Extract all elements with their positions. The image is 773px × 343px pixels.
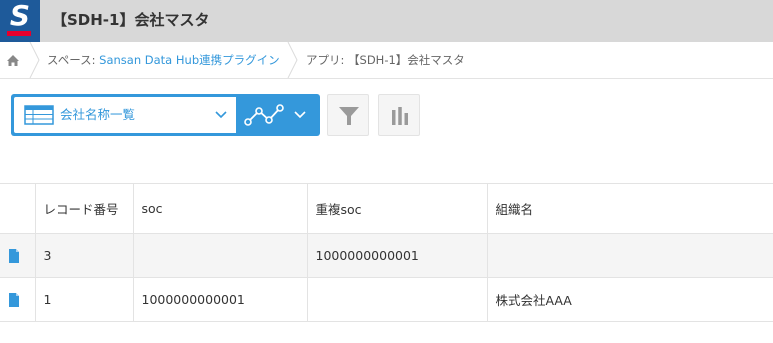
column-header-dup-soc[interactable]: 重複soc [307,183,488,234]
filter-button[interactable] [327,94,369,136]
chart-button[interactable] [378,94,420,136]
view-selector[interactable]: 会社名称一覧 [11,94,236,136]
chevron-down-icon [294,111,306,119]
app-header: S 【SDH-1】会社マスタ [0,0,773,42]
bar-chart-icon [392,107,408,125]
table-row[interactable]: 1 1000000000001 株式会社AAA [0,277,773,322]
document-icon[interactable] [8,249,20,264]
logo-bar [7,31,31,36]
record-no-cell: 3 [35,233,134,278]
breadcrumb-separator-icon [287,42,298,78]
app-title: 【SDH-1】会社マスタ [52,11,210,29]
table-view-icon [24,105,54,125]
record-detail-cell[interactable] [0,233,36,278]
view-name: 会社名称一覧 [60,107,136,122]
table-header-row: レコード番号 soc 重複soc 組織名 [0,183,773,234]
graph-menu-button[interactable] [236,94,320,136]
app-logo[interactable]: S [0,0,40,42]
column-header-soc[interactable]: soc [133,183,308,234]
breadcrumb-separator-icon [29,42,40,78]
breadcrumb: スペース: Sansan Data Hub連携プラグイン アプリ: 【SDH-1… [0,42,773,79]
org-name-cell [487,233,773,278]
dup-soc-cell [307,277,488,322]
column-header-record-no[interactable]: レコード番号 [35,183,134,234]
logo-letter: S [9,0,31,32]
soc-cell [133,233,308,278]
breadcrumb-space-link[interactable]: Sansan Data Hub連携プラグイン [99,53,279,67]
view-selector-box[interactable]: 会社名称一覧 [14,97,236,133]
record-table: レコード番号 soc 重複soc 組織名 3 1000000000001 1 1… [0,183,773,322]
record-no-cell: 1 [35,277,134,322]
dup-soc-cell: 1000000000001 [307,233,488,278]
filter-icon [339,107,359,125]
column-header-org-name[interactable]: 組織名 [487,183,773,234]
soc-cell: 1000000000001 [133,277,308,322]
breadcrumb-space-prefix: スペース: [47,53,100,67]
column-header-detail [0,183,36,234]
breadcrumb-app: アプリ: 【SDH-1】会社マスタ [306,53,465,67]
home-icon[interactable] [0,42,27,78]
record-detail-cell[interactable] [0,277,36,322]
org-name-cell: 株式会社AAA [487,277,773,322]
breadcrumb-space[interactable]: スペース: Sansan Data Hub連携プラグイン [47,52,280,68]
table-row[interactable]: 3 1000000000001 [0,233,773,278]
line-graph-icon [244,104,284,126]
document-icon[interactable] [8,293,20,308]
chevron-down-icon [215,111,227,119]
